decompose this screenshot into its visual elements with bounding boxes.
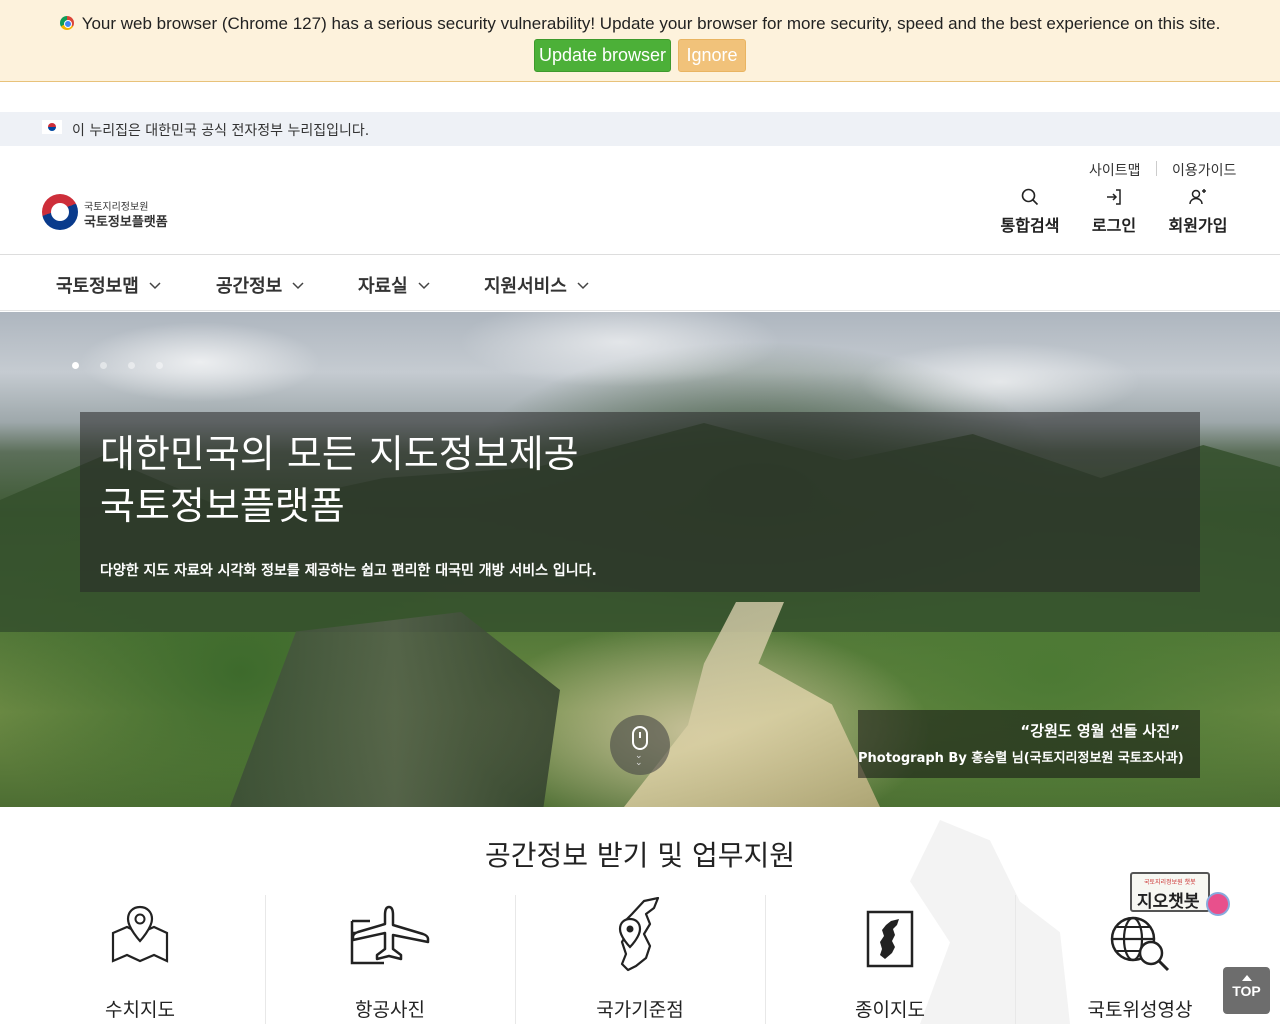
nav-label: 자료실 xyxy=(358,276,408,297)
nav-label: 공간정보 xyxy=(216,276,283,297)
photo-title: “강원도 영월 선돌 사진” xyxy=(1020,722,1180,740)
top-link-divider xyxy=(1156,161,1157,176)
mouse-scroll-icon xyxy=(632,726,648,750)
chevron-down-icon xyxy=(577,282,589,290)
slide-dot[interactable] xyxy=(100,362,107,369)
guide-link[interactable]: 이용가이드 xyxy=(1172,160,1236,180)
browser-update-banner: Your web browser (Chrome 127) has a seri… xyxy=(0,0,1280,82)
service-label: 국가기준점 xyxy=(596,999,684,1021)
main-nav: 국토정보맵 공간정보 자료실 지원서비스 xyxy=(0,255,1280,311)
photo-credit: Photograph By 홍승렬 님(국토지리정보원 국토조사과) xyxy=(858,751,1184,766)
hero-cliff xyxy=(230,612,560,807)
hero-title-line1: 대한민국의 모든 지도정보제공 xyxy=(100,432,579,476)
chatbot-sign: 국토지리정보원 챗봇 지오챗봇 xyxy=(1130,872,1210,912)
login-icon xyxy=(1107,189,1121,205)
nav-label: 지원서비스 xyxy=(484,276,567,297)
airplane-icon xyxy=(350,905,430,965)
photo-credit-box: “강원도 영월 선돌 사진” Photograph By 홍승렬 님(국토지리정… xyxy=(858,710,1200,778)
logo-emblem[interactable] xyxy=(42,194,78,230)
chevron-down-icon xyxy=(292,282,304,290)
nav-item-spatial-info[interactable]: 공간정보 xyxy=(216,272,304,298)
slide-dot[interactable] xyxy=(72,362,79,369)
hero-title: 대한민국의 모든 지도정보제공 국토정보플랫폼 xyxy=(100,428,579,532)
update-message-row: Your web browser (Chrome 127) has a seri… xyxy=(0,14,1280,34)
signup-button[interactable]: 회원가입 xyxy=(1158,188,1238,236)
chatbot-caption: 국토지리정보원 챗봇 xyxy=(1144,879,1196,886)
chevron-down-icon xyxy=(418,282,430,290)
chatbot-button[interactable]: 국토지리정보원 챗봇 지오챗봇 xyxy=(1128,870,1236,925)
update-message: Your web browser (Chrome 127) has a seri… xyxy=(81,14,1221,33)
nav-item-archive[interactable]: 자료실 xyxy=(358,272,430,298)
hero-title-line2: 국토정보플랫폼 xyxy=(100,484,345,528)
search-label: 통합검색 xyxy=(1000,216,1060,235)
korea-flag-icon xyxy=(42,120,62,134)
hero-caption-box: 대한민국의 모든 지도정보제공 국토정보플랫폼 다양한 지도 자료와 시각화 정… xyxy=(80,412,1200,592)
login-label: 로그인 xyxy=(1091,216,1137,235)
slide-indicators xyxy=(72,354,184,373)
user-add-icon xyxy=(1189,189,1206,205)
hero-banner: 대한민국의 모든 지도정보제공 국토정보플랫폼 다양한 지도 자료와 시각화 정… xyxy=(0,312,1280,807)
korea-map-pin-icon xyxy=(618,897,660,972)
gov-banner: 이 누리집은 대한민국 공식 전자정부 누리집입니다. xyxy=(0,112,1280,146)
signup-label: 회원가입 xyxy=(1168,216,1228,235)
service-label: 종이지도 xyxy=(855,999,925,1021)
chrome-icon xyxy=(59,16,74,30)
chatbot-label: 지오챗봇 xyxy=(1137,892,1200,912)
service-paper-map[interactable]: 종이지도 xyxy=(765,895,1015,1024)
service-aerial-photo[interactable]: 항공사진 xyxy=(265,895,515,1024)
logo-title[interactable]: 국토정보플랫폼 xyxy=(84,211,168,230)
search-icon xyxy=(1021,188,1039,206)
service-label: 수치지도 xyxy=(105,999,175,1021)
service-digital-map[interactable]: 수치지도 xyxy=(15,895,265,1024)
service-reference-point[interactable]: 국가기준점 xyxy=(515,895,765,1024)
chatbot-character-icon xyxy=(1206,892,1230,916)
hero-subtitle: 다양한 지도 자료와 시각화 정보를 제공하는 쉽고 편리한 대국민 개방 서비… xyxy=(100,563,597,579)
paper-map-icon xyxy=(866,910,914,968)
chevron-down-icon xyxy=(149,282,161,290)
top-label: TOP xyxy=(1232,983,1261,999)
nav-item-land-map[interactable]: 국토정보맵 xyxy=(56,272,161,298)
nav-label: 국토정보맵 xyxy=(56,276,139,297)
sitemap-link[interactable]: 사이트맵 xyxy=(1089,160,1141,180)
gov-banner-text: 이 누리집은 대한민국 공식 전자정부 누리집입니다. xyxy=(72,123,370,139)
scroll-top-button[interactable]: TOP xyxy=(1223,967,1270,1014)
slide-dot[interactable] xyxy=(128,362,135,369)
chevron-down-icon: ⌄ ⌄ xyxy=(635,751,643,768)
scroll-down-button[interactable]: ⌄ ⌄ xyxy=(610,715,670,775)
nav-item-support[interactable]: 지원서비스 xyxy=(484,272,589,298)
login-button[interactable]: 로그인 xyxy=(1074,188,1154,236)
arrow-up-icon xyxy=(1241,975,1252,981)
services-title: 공간정보 받기 및 업무지원 xyxy=(484,839,796,872)
search-button[interactable]: 통합검색 xyxy=(990,188,1070,236)
ignore-button[interactable]: Ignore xyxy=(678,39,746,72)
slide-dot[interactable] xyxy=(156,362,163,369)
hero-river xyxy=(624,602,880,807)
service-label: 항공사진 xyxy=(355,999,425,1021)
update-browser-button[interactable]: Update browser xyxy=(534,39,671,72)
map-pin-icon xyxy=(111,905,169,963)
